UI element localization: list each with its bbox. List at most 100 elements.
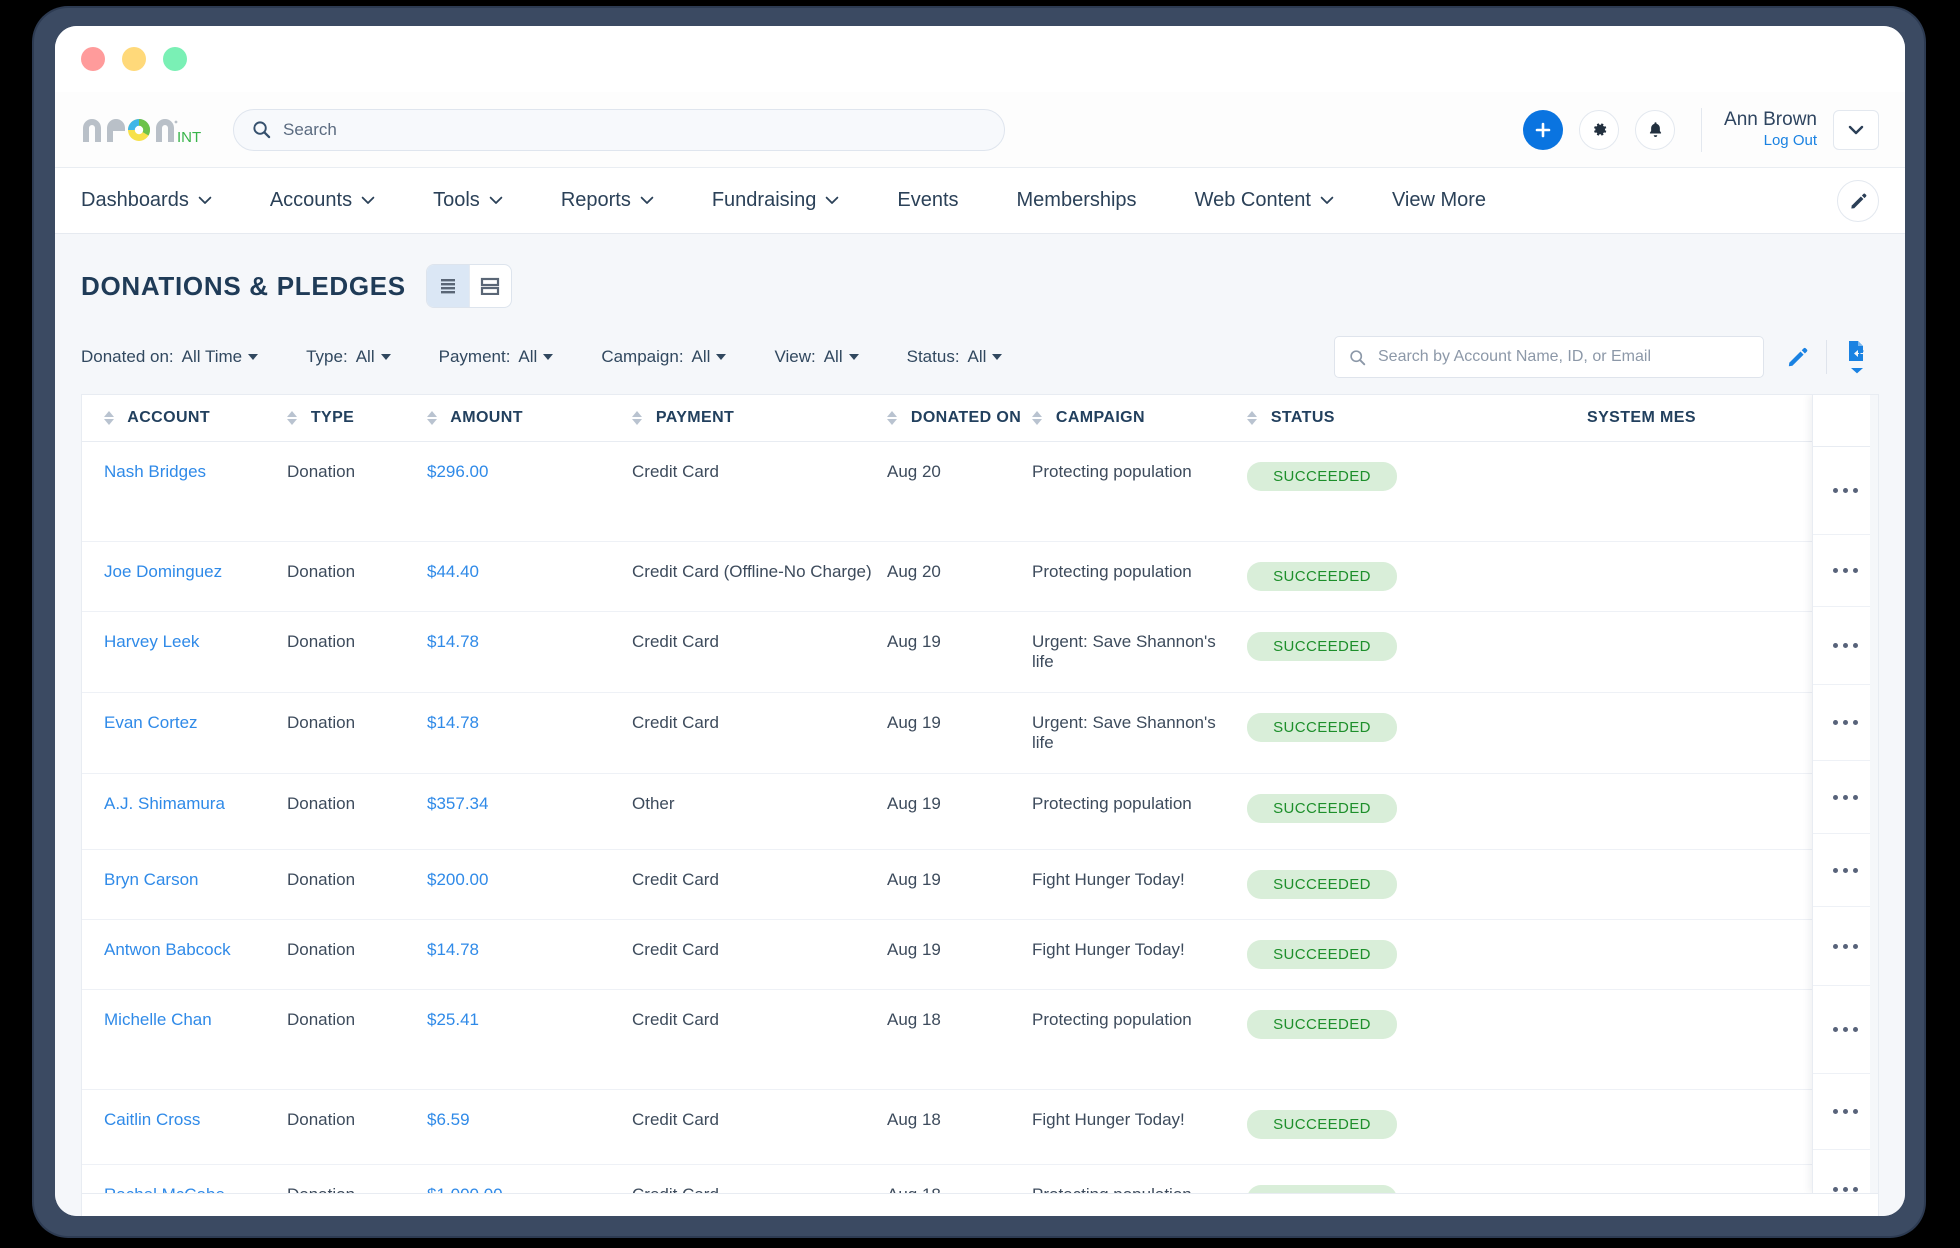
table-row[interactable]: Caitlin Cross Donation $6.59 Credit Card…: [82, 1089, 1878, 1165]
settings-button[interactable]: [1579, 109, 1620, 150]
account-link[interactable]: Harvey Leek: [104, 632, 199, 651]
nav-item-dashboards[interactable]: Dashboards: [81, 189, 241, 212]
column-header-status[interactable]: STATUS: [1247, 395, 1587, 442]
table-row[interactable]: Evan Cortez Donation $14.78 Credit Card …: [82, 692, 1878, 774]
nav-item-view-more[interactable]: View More: [1363, 189, 1515, 212]
row-actions-menu[interactable]: [1813, 1150, 1878, 1193]
sort-icon[interactable]: [104, 410, 114, 425]
filter-campaign[interactable]: Campaign: All: [601, 347, 727, 367]
account-link[interactable]: Rachel McCabe: [104, 1185, 225, 1193]
amount-link[interactable]: $14.78: [427, 713, 479, 732]
row-actions-menu[interactable]: [1813, 447, 1878, 535]
filter-view[interactable]: View: All: [774, 347, 859, 367]
chevron-down-icon: [198, 196, 212, 204]
user-menu-toggle[interactable]: [1833, 109, 1879, 150]
neon-logo[interactable]: INT: [81, 114, 205, 146]
close-button[interactable]: [81, 47, 105, 71]
filter-payment[interactable]: Payment: All: [439, 347, 554, 367]
table-search-input[interactable]: Search by Account Name, ID, or Email: [1334, 336, 1764, 378]
table-row[interactable]: Antwon Babcock Donation $14.78 Credit Ca…: [82, 919, 1878, 990]
row-actions-menu[interactable]: [1813, 834, 1878, 907]
filter-value[interactable]: All: [824, 347, 859, 367]
amount-link[interactable]: $44.40: [427, 562, 479, 581]
card-view-button[interactable]: [468, 265, 511, 307]
column-header-payment[interactable]: PAYMENT: [632, 395, 887, 442]
amount-link[interactable]: $6.59: [427, 1110, 470, 1129]
row-actions-menu[interactable]: [1813, 1074, 1878, 1150]
row-actions-menu[interactable]: [1813, 986, 1878, 1074]
minimize-button[interactable]: [122, 47, 146, 71]
nav-item-events[interactable]: Events: [868, 189, 987, 212]
filter-status[interactable]: Status: All: [907, 347, 1003, 367]
export-button[interactable]: [1845, 339, 1869, 375]
nav-item-reports[interactable]: Reports: [532, 189, 683, 212]
cell-payment: Credit Card: [632, 1164, 887, 1193]
customize-nav-button[interactable]: [1837, 179, 1879, 222]
filter-type[interactable]: Type: All: [306, 347, 391, 367]
amount-link[interactable]: $14.78: [427, 940, 479, 959]
sort-icon[interactable]: [887, 410, 897, 425]
column-header-account[interactable]: ACCOUNT: [82, 395, 287, 442]
table-row[interactable]: A.J. Shimamura Donation $357.34 Other Au…: [82, 773, 1878, 850]
filter-value[interactable]: All: [692, 347, 727, 367]
account-link[interactable]: Nash Bridges: [104, 462, 206, 481]
column-header-type[interactable]: TYPE: [287, 395, 427, 442]
column-header-campaign[interactable]: CAMPAIGN: [1032, 395, 1247, 442]
amount-link[interactable]: $357.34: [427, 794, 488, 813]
list-view-button[interactable]: [426, 265, 469, 307]
maximize-button[interactable]: [163, 47, 187, 71]
account-link[interactable]: Joe Dominguez: [104, 562, 222, 581]
amount-link[interactable]: $14.78: [427, 632, 479, 651]
nav-item-accounts[interactable]: Accounts: [241, 189, 404, 212]
sort-icon[interactable]: [632, 410, 642, 425]
sort-icon[interactable]: [427, 410, 437, 425]
filter-donated-on[interactable]: Donated on: All Time: [81, 347, 259, 367]
filter-value[interactable]: All: [518, 347, 554, 367]
cell-amount: $14.78: [427, 692, 632, 774]
row-actions-menu[interactable]: [1813, 761, 1878, 834]
filter-value[interactable]: All: [356, 347, 391, 367]
user-menu[interactable]: Ann Brown Log Out: [1724, 108, 1817, 151]
table-row[interactable]: Rachel McCabe Donation $1,000.00 Credit …: [82, 1164, 1878, 1193]
status-badge: SUCCEEDED: [1247, 1185, 1397, 1193]
logout-link[interactable]: Log Out: [1724, 132, 1817, 151]
amount-link[interactable]: $200.00: [427, 870, 488, 889]
edit-columns-button[interactable]: [1786, 346, 1808, 368]
sort-icon[interactable]: [287, 410, 297, 425]
table-row[interactable]: Joe Dominguez Donation $44.40 Credit Car…: [82, 541, 1878, 612]
nav-item-web-content[interactable]: Web Content: [1166, 189, 1363, 212]
table-row[interactable]: Bryn Carson Donation $200.00 Credit Card…: [82, 849, 1878, 920]
account-link[interactable]: Michelle Chan: [104, 1010, 212, 1029]
table-row[interactable]: Harvey Leek Donation $14.78 Credit Card …: [82, 611, 1878, 693]
sort-icon[interactable]: [1247, 410, 1257, 425]
filter-value[interactable]: All: [968, 347, 1003, 367]
account-link[interactable]: Antwon Babcock: [104, 940, 231, 959]
row-actions-menu[interactable]: [1813, 607, 1878, 685]
row-actions-menu[interactable]: [1813, 685, 1878, 761]
add-button[interactable]: [1523, 109, 1564, 150]
account-link[interactable]: Bryn Carson: [104, 870, 198, 889]
filter-value[interactable]: All Time: [182, 347, 259, 367]
column-header-amount[interactable]: AMOUNT: [427, 395, 632, 442]
table-row[interactable]: Nash Bridges Donation $296.00 Credit Car…: [82, 441, 1878, 542]
nav-item-fundraising[interactable]: Fundraising: [683, 189, 869, 212]
row-actions-menu[interactable]: [1813, 907, 1878, 986]
cell-amount: $1,000.00: [427, 1164, 632, 1193]
nav-item-memberships[interactable]: Memberships: [988, 189, 1166, 212]
amount-link[interactable]: $296.00: [427, 462, 488, 481]
account-link[interactable]: A.J. Shimamura: [104, 794, 225, 813]
account-link[interactable]: Caitlin Cross: [104, 1110, 200, 1129]
table-row[interactable]: Michelle Chan Donation $25.41 Credit Car…: [82, 989, 1878, 1090]
amount-link[interactable]: $1,000.00: [427, 1185, 503, 1193]
notifications-button[interactable]: [1635, 109, 1676, 150]
page-title: DONATIONS & PLEDGES: [81, 270, 406, 301]
global-search[interactable]: Search: [233, 108, 1005, 151]
table-vertical-scrollbar[interactable]: [1870, 395, 1878, 1193]
amount-link[interactable]: $25.41: [427, 1010, 479, 1029]
nav-label: View More: [1391, 189, 1487, 211]
nav-item-tools[interactable]: Tools: [404, 189, 532, 212]
sort-icon[interactable]: [1032, 410, 1042, 425]
column-header-donated-on[interactable]: DONATED ON: [887, 395, 1032, 442]
row-actions-menu[interactable]: [1813, 535, 1878, 607]
account-link[interactable]: Evan Cortez: [104, 713, 198, 732]
